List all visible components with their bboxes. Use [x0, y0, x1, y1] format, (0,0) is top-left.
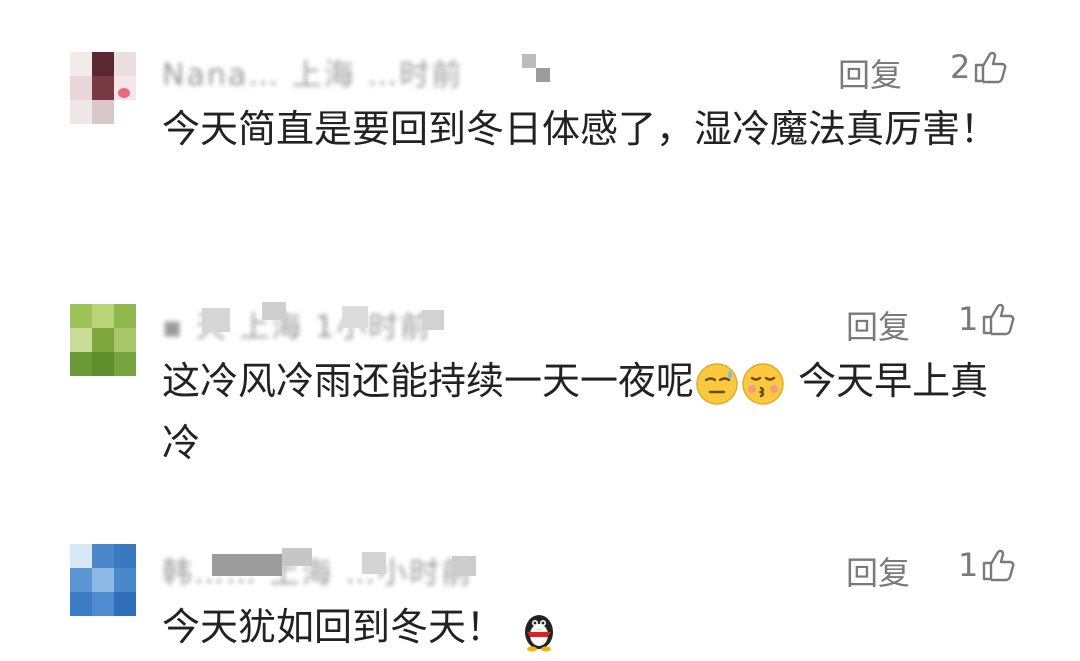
comment-text-part: 这冷风冷雨还能持续一天一夜呢 [162, 359, 695, 403]
comment-meta: 韩…… 上海 …小时前 [162, 546, 582, 591]
like-button[interactable]: 1 [958, 300, 1016, 338]
sweat-smile-emoji [696, 362, 738, 405]
like-button[interactable]: 2 [950, 48, 1008, 86]
like-button[interactable]: 1 [958, 546, 1016, 584]
comment-meta-text: Nana… 上海 …时前 [162, 58, 464, 93]
reply-button[interactable]: 回复 [846, 302, 910, 348]
comment-meta: ▪ 天 上海 1小时前 [162, 300, 582, 345]
kiss-emoji [742, 362, 784, 405]
comment-text-part: 今天犹如回到冬天！ [162, 605, 505, 649]
reply-button[interactable]: 回复 [838, 50, 902, 96]
thumbs-up-icon [975, 51, 1007, 84]
comment-text: 这冷风冷雨还能持续一天一夜呢 今天早上真冷 [162, 350, 1022, 474]
like-count: 1 [958, 300, 979, 338]
like-count: 1 [958, 546, 979, 584]
mosaic-overlay [202, 302, 482, 338]
avatar[interactable] [70, 52, 136, 124]
comment-text: 今天简直是要回到冬日体感了，湿冷魔法真厉害！ [162, 107, 999, 151]
mosaic-overlay [522, 54, 558, 84]
comment-list: Nana… 上海 …时前 回复 2 今天简直是要回到冬日体感了，湿冷魔法真厉害！ [0, 0, 1080, 661]
avatar[interactable] [70, 304, 136, 376]
mosaic-overlay [212, 548, 532, 584]
like-count: 2 [950, 48, 971, 86]
thumbs-up-icon [983, 549, 1015, 582]
comment-meta: Nana… 上海 …时前 [162, 48, 582, 93]
comment-text: 今天犹如回到冬天！ [162, 596, 1022, 658]
thumbs-up-icon [983, 303, 1015, 336]
avatar[interactable] [70, 544, 136, 616]
reply-button[interactable]: 回复 [846, 548, 910, 594]
qq-penguin-emoji [525, 614, 554, 651]
